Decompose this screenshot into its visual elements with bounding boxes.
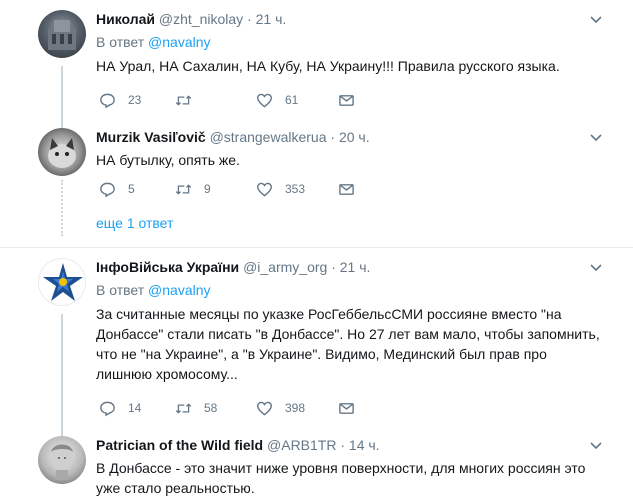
retweet-icon — [175, 402, 192, 414]
reply-context: В ответ @navalny — [96, 32, 609, 52]
user-handle[interactable]: @strangewalkerua — [210, 129, 327, 145]
retweet-button[interactable]: 58 — [175, 398, 217, 418]
user-handle[interactable]: @i_army_org — [243, 259, 327, 275]
thread-connector — [61, 120, 63, 128]
direct-message-button[interactable] — [338, 398, 355, 418]
reply-icon — [100, 93, 115, 108]
thread-connector — [61, 66, 63, 120]
retweet-icon — [175, 183, 192, 195]
envelope-icon — [339, 183, 354, 195]
separator-dot: · — [340, 437, 346, 453]
like-count: 398 — [285, 401, 306, 415]
reply-button[interactable]: 23 — [99, 90, 141, 110]
retweet-count: 9 — [204, 182, 211, 196]
heart-icon — [256, 401, 273, 416]
user-name[interactable]: Patrician of the Wild field — [96, 437, 263, 453]
reply-count: 5 — [128, 182, 135, 196]
avatar[interactable] — [38, 436, 86, 484]
user-handle[interactable]: @zht_nikolay — [159, 11, 243, 27]
separator-dot: · — [330, 129, 336, 145]
timestamp[interactable]: 14 ч. — [349, 437, 380, 453]
reply-label: В ответ — [96, 282, 145, 298]
timestamp[interactable]: 21 ч. — [256, 11, 287, 27]
avatar[interactable] — [38, 10, 86, 58]
show-more-replies-link[interactable]: еще 1 ответ — [96, 213, 173, 233]
reply-button[interactable]: 14 — [99, 398, 141, 418]
retweet-button[interactable]: 9 — [175, 179, 211, 199]
chevron-down-icon[interactable] — [589, 12, 603, 26]
like-count: 353 — [285, 182, 306, 196]
user-name[interactable]: ІнфоВійська України — [96, 259, 239, 275]
reply-button[interactable]: 5 — [99, 179, 135, 199]
thread-connector-dotted — [61, 180, 63, 236]
reply-count: 14 — [128, 401, 142, 415]
user-name[interactable]: Николай — [96, 11, 155, 27]
tweet-header: Николай @zht_nikolay · 21 ч. — [96, 10, 609, 28]
tweet-actions: 23 61 — [96, 90, 376, 110]
envelope-icon — [339, 402, 354, 414]
reply-icon — [100, 401, 115, 416]
like-count: 61 — [285, 93, 299, 107]
heart-icon — [256, 93, 273, 108]
envelope-icon — [339, 94, 354, 106]
tweet-text: НА Урал, НА Сахалин, НА Кубу, НА Украину… — [96, 58, 560, 74]
tweet-header: Murzik Vasiľovič @strangewalkerua · 20 ч… — [96, 128, 609, 146]
like-button[interactable]: 353 — [256, 179, 305, 199]
reply-label: В ответ — [96, 34, 145, 50]
timestamp[interactable]: 20 ч. — [339, 129, 370, 145]
chevron-down-icon[interactable] — [589, 130, 603, 144]
reply-to-link[interactable]: @navalny — [148, 34, 210, 50]
avatar[interactable] — [38, 258, 86, 306]
tweet[interactable]: Murzik Vasiľovič @strangewalkerua · 20 ч… — [0, 120, 633, 250]
direct-message-button[interactable] — [338, 179, 355, 199]
reply-context: В ответ @navalny — [96, 280, 609, 300]
tweet[interactable]: Николай @zht_nikolay · 21 ч. В ответ @na… — [0, 0, 633, 120]
tweet-header: Patrician of the Wild field @ARB1TR · 14… — [96, 436, 609, 454]
separator-dot: · — [247, 11, 252, 27]
like-button[interactable]: 61 — [256, 90, 298, 110]
user-name[interactable]: Murzik Vasiľovič — [96, 129, 206, 145]
thread-connector — [61, 314, 63, 430]
avatar[interactable] — [38, 128, 86, 176]
tweet-text: За считанные месяцы по указке РосГеббель… — [96, 306, 600, 382]
tweet[interactable]: ІнфоВійська України @i_army_org · 21 ч. … — [0, 248, 633, 430]
retweet-icon — [175, 94, 192, 106]
reply-to-link[interactable]: @navalny — [148, 282, 210, 298]
timestamp[interactable]: 21 ч. — [340, 259, 371, 275]
direct-message-button[interactable] — [338, 90, 355, 110]
tweet-text: НА бутылку, опять же. — [96, 152, 240, 168]
separator-dot: · — [331, 259, 336, 275]
reply-count: 23 — [128, 93, 142, 107]
tweet-actions: 5 9 353 — [96, 179, 376, 199]
tweet-text: В Донбассе - это значит ниже уровня пове… — [96, 460, 586, 496]
tweet-header: ІнфоВійська України @i_army_org · 21 ч. — [96, 258, 609, 276]
reply-icon — [100, 182, 115, 197]
chevron-down-icon[interactable] — [589, 438, 603, 452]
retweet-count: 58 — [204, 401, 218, 415]
heart-icon — [256, 182, 273, 197]
chevron-down-icon[interactable] — [589, 260, 603, 274]
tweet-actions: 14 58 398 — [96, 398, 376, 418]
like-button[interactable]: 398 — [256, 398, 305, 418]
user-handle[interactable]: @ARB1TR — [267, 437, 336, 453]
tweet[interactable]: Patrician of the Wild field @ARB1TR · 14… — [0, 430, 633, 503]
retweet-button[interactable] — [175, 90, 204, 110]
